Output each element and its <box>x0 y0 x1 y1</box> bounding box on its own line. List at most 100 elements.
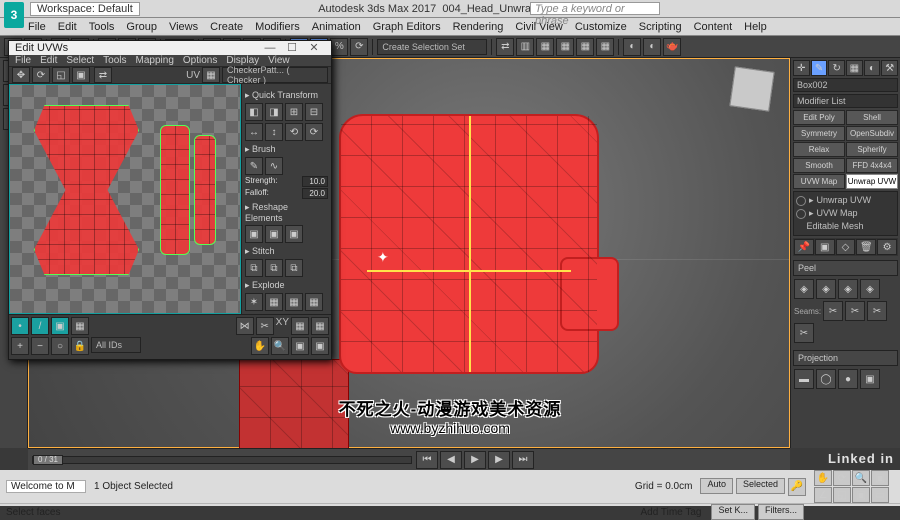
qt-icon-8[interactable]: ⟳ <box>305 123 323 141</box>
uv-pan-icon[interactable]: ✋ <box>251 337 269 355</box>
peel-icon-2[interactable]: ◈ <box>816 279 836 299</box>
nav-zoomall-icon[interactable]: ▣ <box>871 470 889 486</box>
render-icon[interactable]: 🫖 <box>663 38 681 56</box>
uv-viewport[interactable] <box>9 84 241 314</box>
time-slider[interactable]: 0 / 31 <box>32 456 412 464</box>
uv-zoom-icon[interactable]: 🔍 <box>271 337 289 355</box>
menu-content[interactable]: Content <box>694 21 733 33</box>
uvmenu-select[interactable]: Select <box>66 55 94 66</box>
proj-sphere-icon[interactable]: ● <box>838 369 858 389</box>
tab-modify-icon[interactable]: ✎ <box>811 60 828 76</box>
menu-modifiers[interactable]: Modifiers <box>255 21 300 33</box>
menu-views[interactable]: Views <box>169 21 198 33</box>
explode-icon-2[interactable]: ▦ <box>265 293 283 311</box>
uv-material-dropdown[interactable]: CheckerPatt... ( Checker ) <box>222 67 328 83</box>
uv-grow-icon[interactable]: + <box>11 337 29 355</box>
material-editor-icon[interactable]: ▦ <box>596 38 614 56</box>
subobj-edge-icon[interactable]: / <box>31 317 49 335</box>
menu-file[interactable]: File <box>28 21 46 33</box>
nav-region-icon[interactable]: ▭ <box>871 487 889 503</box>
mod-btn-shell[interactable]: Shell <box>846 110 898 125</box>
uv-zoomsel-icon[interactable]: ▣ <box>311 337 329 355</box>
nav-max-icon[interactable]: ◱ <box>833 487 851 503</box>
tab-create-icon[interactable]: ✛ <box>793 60 810 76</box>
next-frame-icon[interactable]: ▶ <box>488 451 510 469</box>
time-slider-knob[interactable]: 0 / 31 <box>33 455 63 465</box>
selection-set-dropdown[interactable]: Create Selection Set <box>377 39 487 55</box>
mirror-icon[interactable]: ⇄ <box>496 38 514 56</box>
mod-btn-symmetry[interactable]: Symmetry <box>793 126 845 141</box>
head-mesh[interactable] <box>339 114 599 374</box>
tab-hierarchy-icon[interactable]: ↻ <box>828 60 845 76</box>
nav-zoomext-icon[interactable]: ▣ <box>852 487 870 503</box>
uv-freeform-icon[interactable]: ▣ <box>72 67 90 83</box>
uvmenu-file[interactable]: File <box>15 55 31 66</box>
qt-icon-5[interactable]: ↔ <box>245 123 263 141</box>
seam-icon-4[interactable]: ✂ <box>794 323 814 343</box>
tab-motion-icon[interactable]: ▦ <box>846 60 863 76</box>
weld-icon[interactable]: ⋈ <box>236 317 254 335</box>
mod-btn-opensubdiv[interactable]: OpenSubdiv <box>846 126 898 141</box>
qt-icon-4[interactable]: ⊟ <box>305 103 323 121</box>
qt-icon-1[interactable]: ◧ <box>245 103 263 121</box>
subobj-element-icon[interactable]: ▦ <box>71 317 89 335</box>
mod-btn-smooth[interactable]: Smooth <box>793 158 845 173</box>
qt-icon-2[interactable]: ◨ <box>265 103 283 121</box>
subobj-vertex-icon[interactable]: • <box>11 317 29 335</box>
menu-customize[interactable]: Customize <box>575 21 627 33</box>
layers-icon[interactable]: ▦ <box>536 38 554 56</box>
eye-icon[interactable] <box>796 196 806 206</box>
maximize-icon[interactable]: ☐ <box>281 41 303 54</box>
seam-icon-1[interactable]: ✂ <box>823 301 843 321</box>
selected-button[interactable]: Selected <box>736 478 785 494</box>
uv-zoomext-icon[interactable]: ▣ <box>291 337 309 355</box>
workspace-dropdown[interactable]: Workspace: Default <box>30 2 140 16</box>
uvmenu-tools[interactable]: Tools <box>103 55 126 66</box>
modifier-stack[interactable]: ▸ Unwrap UVW ▸ UVW Map Editable Mesh <box>793 191 898 236</box>
menu-help[interactable]: Help <box>744 21 767 33</box>
curve-editor-icon[interactable]: ▦ <box>556 38 574 56</box>
menu-edit[interactable]: Edit <box>58 21 77 33</box>
stitch-icon-3[interactable]: ⧉ <box>285 259 303 277</box>
render-setup-icon[interactable]: ◐ <box>623 38 641 56</box>
peel-icon-4[interactable]: ◈ <box>860 279 880 299</box>
nav-zoom-icon[interactable]: 🔍 <box>852 470 870 486</box>
stitch-icon-1[interactable]: ⧉ <box>245 259 263 277</box>
reshape-icon-1[interactable]: ▣ <box>245 225 263 243</box>
uv-opt-icon-2[interactable]: ▦ <box>311 317 329 335</box>
rollout-peel[interactable]: Peel <box>793 260 898 276</box>
uvmenu-options[interactable]: Options <box>183 55 217 66</box>
menu-grapheditors[interactable]: Graph Editors <box>373 21 441 33</box>
break-icon[interactable]: ✂ <box>256 317 274 335</box>
uv-scale-icon[interactable]: ◱ <box>52 67 70 83</box>
search-input[interactable]: Type a keyword or phrase <box>530 2 660 15</box>
goto-end-icon[interactable]: ⏭ <box>512 451 534 469</box>
uv-mirror-icon[interactable]: ⇄ <box>94 67 112 83</box>
qt-icon-6[interactable]: ↕ <box>265 123 283 141</box>
goto-start-icon[interactable]: ⏮ <box>416 451 438 469</box>
menu-animation[interactable]: Animation <box>312 21 361 33</box>
menu-rendering[interactable]: Rendering <box>453 21 504 33</box>
nav-orbit-icon[interactable]: ⟳ <box>833 470 851 486</box>
mod-btn-unwrapuvw[interactable]: Unwrap UVW <box>846 174 898 189</box>
uv-island-side2[interactable] <box>194 135 216 245</box>
mod-btn-editpoly[interactable]: Edit Poly <box>793 110 845 125</box>
nav-pan-icon[interactable]: ✋ <box>814 470 832 486</box>
peel-icon-1[interactable]: ◈ <box>794 279 814 299</box>
tab-utilities-icon[interactable]: ⚒ <box>881 60 898 76</box>
rollout-projection[interactable]: Projection <box>793 350 898 366</box>
subobj-face-icon[interactable]: ▣ <box>51 317 69 335</box>
schematic-icon[interactable]: ▦ <box>576 38 594 56</box>
brush-paint-icon[interactable]: ✎ <box>245 157 263 175</box>
timetag-button[interactable]: Add Time Tag <box>641 507 702 518</box>
uv-ring-icon[interactable]: ○ <box>51 337 69 355</box>
play-icon[interactable]: ▶ <box>464 451 486 469</box>
percent-snap-icon[interactable]: % <box>330 38 348 56</box>
autokey-button[interactable]: Auto <box>700 478 733 494</box>
tab-display-icon[interactable]: ◐ <box>864 60 881 76</box>
uv-island-side1[interactable] <box>160 125 190 255</box>
qt-icon-3[interactable]: ⊞ <box>285 103 303 121</box>
reshape-icon-2[interactable]: ▣ <box>265 225 283 243</box>
strength-field[interactable]: 10.0 <box>302 176 328 187</box>
uv-lock-icon[interactable]: 🔒 <box>71 337 89 355</box>
